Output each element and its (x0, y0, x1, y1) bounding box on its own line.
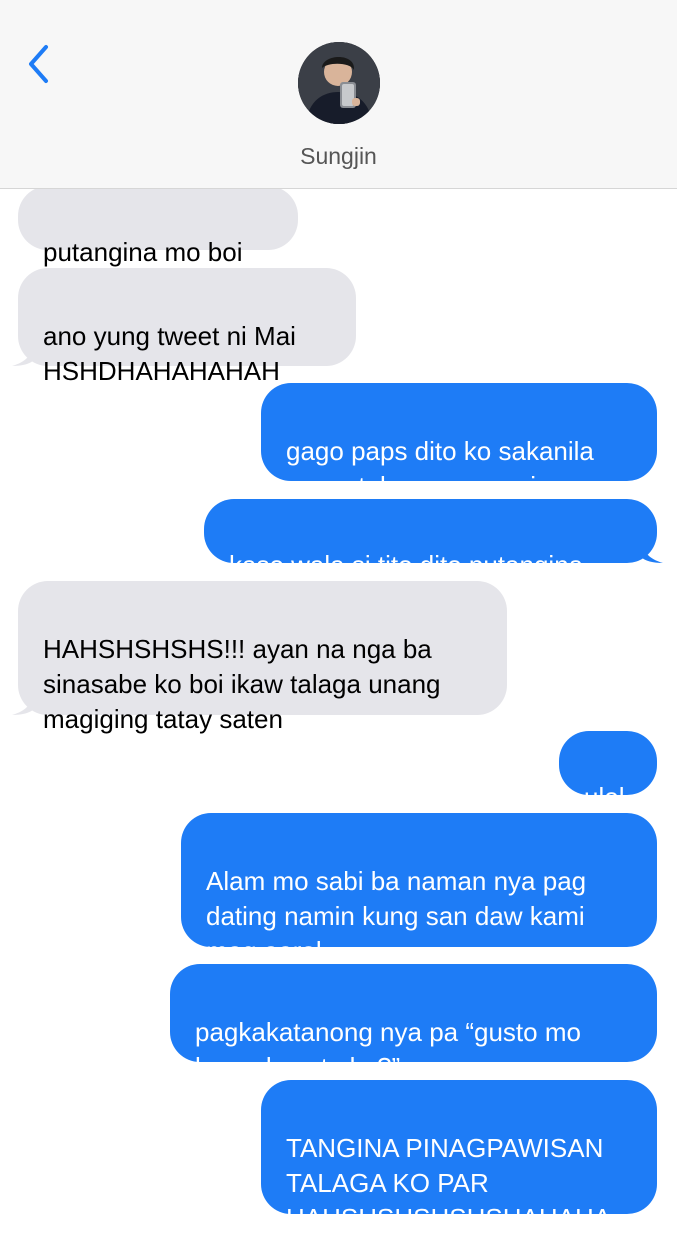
outgoing-message[interactable]: Alam mo sabi ba naman nya pag dating nam… (181, 813, 657, 966)
avatar-photo (298, 42, 380, 124)
incoming-message[interactable]: putangina mo boi (18, 186, 298, 267)
contact-name[interactable]: Sungjin (0, 143, 677, 170)
chevron-left-icon (29, 45, 48, 83)
incoming-message[interactable]: HAHSHSHSHS!!! ayan na nga ba sinasabe ko… (12, 581, 507, 734)
outgoing-message[interactable]: kaso wala si tito dito putangina (204, 499, 663, 580)
bubble-tail-icon (641, 537, 663, 563)
outgoing-message[interactable]: TANGINA PINAGPAWISAN TALAGA KO PAR HAHSH… (261, 1080, 657, 1233)
bubble-tail-icon (12, 689, 34, 715)
message-text: ulol (584, 782, 625, 812)
contact-avatar[interactable] (298, 42, 380, 124)
outgoing-message[interactable]: gago paps dito ko sakanila nagpatulong m… (261, 383, 657, 501)
message-text: kaso wala si tito dito putangina (229, 550, 584, 580)
incoming-message[interactable]: ano yung tweet ni Mai HSHDHAHAHAHAH (12, 268, 356, 386)
message-text: HAHSHSHSHS!!! ayan na nga ba sinasabe ko… (43, 634, 441, 734)
message-text: pagkakatanong nya pa “gusto mo ba sa kwa… (195, 1017, 581, 1082)
outgoing-message[interactable]: pagkakatanong nya pa “gusto mo ba sa kwa… (170, 964, 657, 1082)
back-button[interactable] (18, 40, 58, 88)
outgoing-message[interactable]: ulol (559, 731, 657, 812)
message-text: ano yung tweet ni Mai HSHDHAHAHAHAH (43, 321, 296, 386)
message-text: TANGINA PINAGPAWISAN TALAGA KO PAR HAHSH… (286, 1133, 612, 1233)
bubble-tail-icon (12, 340, 34, 366)
message-text: Alam mo sabi ba naman nya pag dating nam… (206, 866, 587, 966)
message-text: gago paps dito ko sakanila nagpatulong m… (286, 436, 594, 501)
conversation-header: Sungjin (0, 0, 677, 189)
message-text: putangina mo boi (43, 237, 243, 267)
